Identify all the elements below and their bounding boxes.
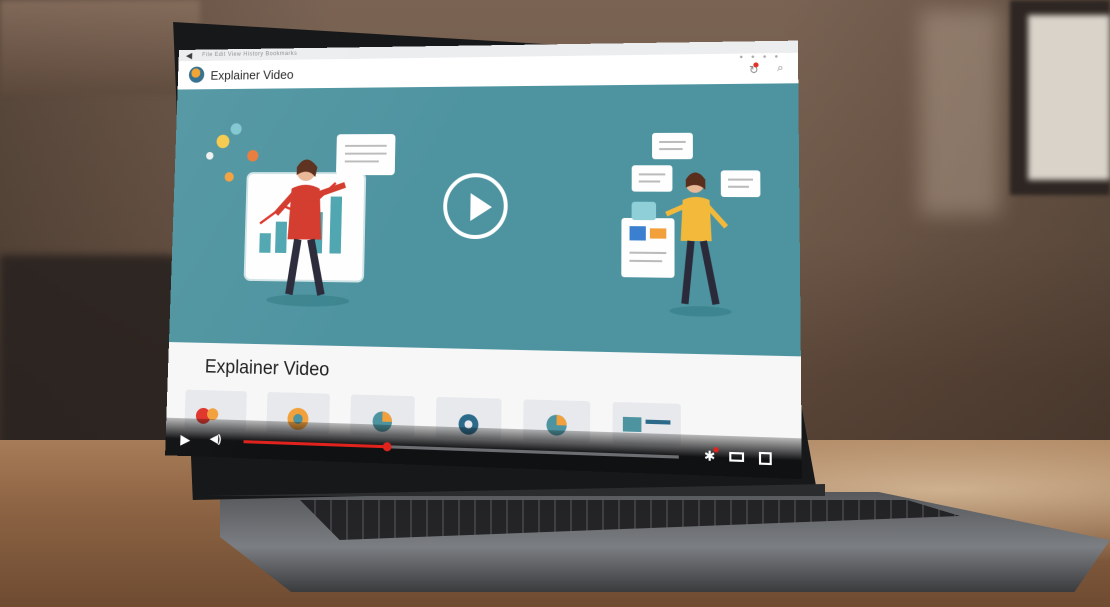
search-icon[interactable]: ⌕ xyxy=(777,62,784,75)
volume-icon[interactable]: ◀) xyxy=(210,434,222,445)
window-light xyxy=(1028,15,1110,180)
site-title: Explainer Video xyxy=(210,67,293,82)
background-shelf xyxy=(0,0,200,95)
video-hero[interactable] xyxy=(169,83,801,356)
fullscreen-icon[interactable] xyxy=(759,452,772,465)
laptop-screen: ◀ File Edit View History Bookmarks Expla… xyxy=(165,41,802,480)
arrow-left-icon[interactable]: ◀ xyxy=(186,50,193,61)
play-triangle xyxy=(470,193,492,221)
notification-dot xyxy=(753,62,758,67)
progress-played xyxy=(244,440,387,448)
progress-bar[interactable] xyxy=(244,440,679,458)
progress-scrubber[interactable] xyxy=(382,442,391,451)
window-controls[interactable]: ● ● ● ● xyxy=(739,54,781,61)
settings-badge xyxy=(713,447,718,452)
video-title: Explainer Video xyxy=(205,357,330,382)
play-icon[interactable]: ▶ xyxy=(180,432,190,446)
play-logo-icon[interactable] xyxy=(189,67,205,83)
wall-light xyxy=(920,10,1000,215)
theater-mode-icon[interactable] xyxy=(729,452,744,462)
